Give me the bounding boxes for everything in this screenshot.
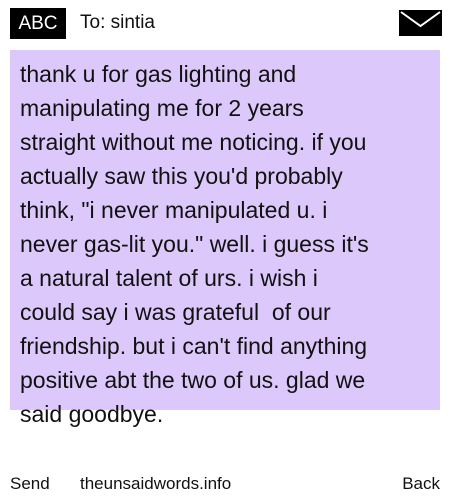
back-button[interactable]: Back: [402, 470, 440, 498]
site-link[interactable]: theunsaidwords.info: [80, 470, 231, 498]
message-text[interactable]: thank u for gas lighting and manipulatin…: [20, 57, 430, 431]
envelope-icon: [399, 10, 442, 36]
message-header: ABC To: sintia: [0, 0, 450, 44]
footer-bar: Send theunsaidwords.info Back: [0, 470, 450, 500]
send-button[interactable]: Send: [10, 470, 50, 498]
recipient-line: To: sintia: [80, 12, 155, 33]
input-mode-badge: ABC: [10, 8, 66, 39]
